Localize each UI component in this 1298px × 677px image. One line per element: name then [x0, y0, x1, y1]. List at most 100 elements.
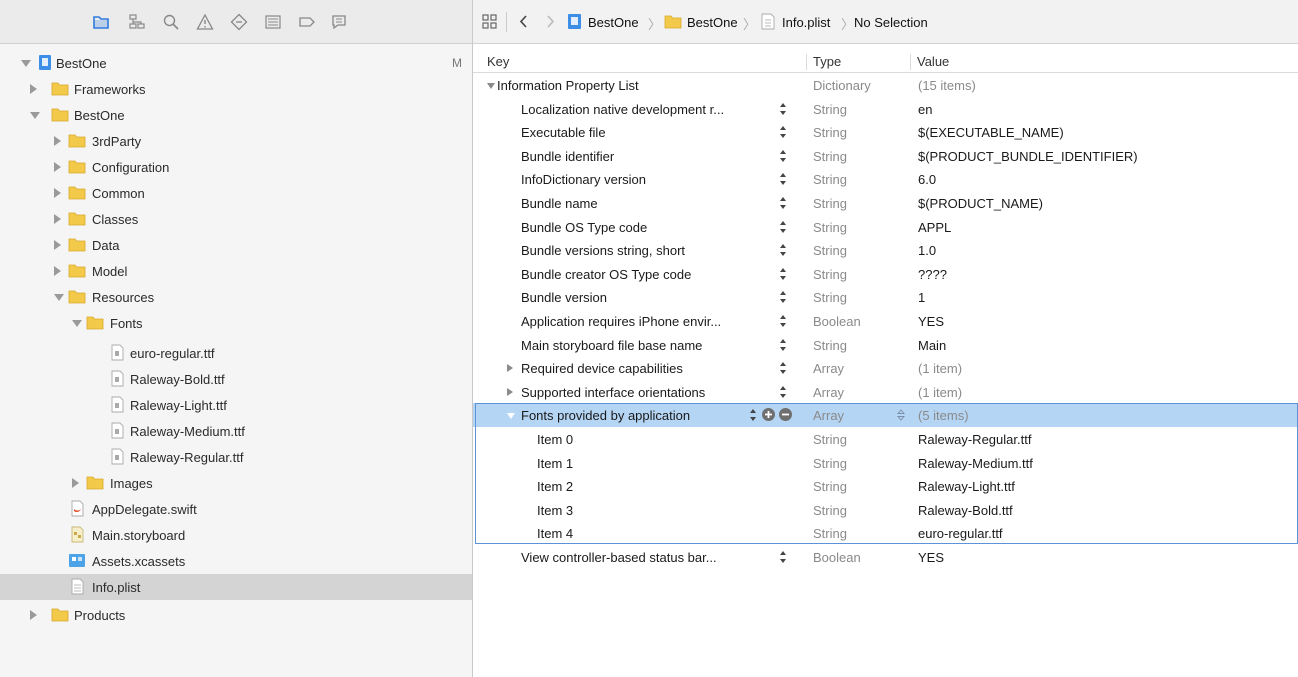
- plist-value[interactable]: YES: [918, 550, 944, 565]
- tree-item-raleway-light-ttf[interactable]: Raleway-Light.ttf: [0, 392, 472, 418]
- tree-item-fonts[interactable]: Fonts: [0, 310, 472, 336]
- tree-item-raleway-medium-ttf[interactable]: Raleway-Medium.ttf: [0, 418, 472, 444]
- back-arrow-icon[interactable]: [515, 13, 533, 30]
- report-icon[interactable]: [330, 13, 348, 31]
- disclosure-open-icon[interactable]: [21, 60, 31, 67]
- key-stepper-icon[interactable]: [779, 149, 787, 163]
- plist-key[interactable]: Bundle name: [521, 196, 598, 211]
- folder-icon[interactable]: [92, 13, 110, 31]
- plist-row[interactable]: Application requires iPhone envir... Bool…: [473, 309, 1298, 333]
- disclosure-closed-icon[interactable]: [54, 214, 61, 224]
- plist-value[interactable]: APPL: [918, 220, 951, 235]
- disclosure-closed-icon[interactable]: [72, 478, 79, 488]
- tree-item-common[interactable]: Common: [0, 180, 472, 206]
- plist-key[interactable]: Bundle versions string, short: [521, 243, 685, 258]
- plist-value[interactable]: $(PRODUCT_BUNDLE_IDENTIFIER): [918, 149, 1138, 164]
- tree-item-raleway-bold-ttf[interactable]: Raleway-Bold.ttf: [0, 366, 472, 392]
- plist-key[interactable]: Supported interface orientations: [521, 385, 705, 400]
- plist-key[interactable]: Localization native development r...: [521, 102, 724, 117]
- plist-type[interactable]: Boolean: [813, 314, 861, 329]
- plist-type[interactable]: String: [813, 102, 847, 117]
- forward-arrow-icon[interactable]: [541, 13, 559, 30]
- plist-row[interactable]: Bundle name String $(PRODUCT_NAME): [473, 191, 1298, 215]
- debug-icon[interactable]: [264, 13, 282, 31]
- key-stepper-icon[interactable]: [779, 550, 787, 564]
- plist-value[interactable]: (15 items): [918, 78, 976, 93]
- disclosure-closed-icon[interactable]: [30, 84, 37, 94]
- plist-type[interactable]: Array: [813, 361, 844, 376]
- plist-type[interactable]: Array: [813, 385, 844, 400]
- disclosure-closed-icon[interactable]: [507, 388, 513, 396]
- plist-row[interactable]: Main storyboard file base name String Main: [473, 333, 1298, 357]
- tree-item-configuration[interactable]: Configuration: [0, 154, 472, 180]
- disclosure-closed-icon[interactable]: [54, 162, 61, 172]
- disclosure-open-icon[interactable]: [72, 320, 82, 327]
- plist-key[interactable]: Bundle OS Type code: [521, 220, 647, 235]
- key-stepper-icon[interactable]: [779, 172, 787, 186]
- disclosure-closed-icon[interactable]: [54, 188, 61, 198]
- plist-type[interactable]: String: [813, 125, 847, 140]
- key-stepper-icon[interactable]: [779, 125, 787, 139]
- plist-value[interactable]: YES: [918, 314, 944, 329]
- plist-value[interactable]: (1 item): [918, 385, 962, 400]
- plist-key[interactable]: Bundle identifier: [521, 149, 614, 164]
- tree-item-3rdparty[interactable]: 3rdParty: [0, 128, 472, 154]
- plist-key[interactable]: View controller-based status bar...: [521, 550, 717, 565]
- disclosure-closed-icon[interactable]: [54, 136, 61, 146]
- breakpoint-icon[interactable]: [298, 13, 316, 31]
- tree-item-assets-xcassets[interactable]: Assets.xcassets: [0, 548, 472, 574]
- breadcrumb-group[interactable]: BestOne: [687, 15, 738, 30]
- hierarchy-icon[interactable]: [128, 13, 146, 31]
- tree-item-raleway-regular-ttf[interactable]: Raleway-Regular.ttf: [0, 444, 472, 470]
- plist-type[interactable]: String: [813, 149, 847, 164]
- tree-item-resources[interactable]: Resources: [0, 284, 472, 310]
- plist-type[interactable]: String: [813, 172, 847, 187]
- tree-item-main-storyboard[interactable]: Main.storyboard: [0, 522, 472, 548]
- plist-key[interactable]: Information Property List: [497, 78, 639, 93]
- tree-item-classes[interactable]: Classes: [0, 206, 472, 232]
- key-stepper-icon[interactable]: [779, 267, 787, 281]
- plist-type[interactable]: Dictionary: [813, 78, 871, 93]
- disclosure-open-icon[interactable]: [54, 294, 64, 301]
- key-stepper-icon[interactable]: [779, 314, 787, 328]
- disclosure-closed-icon[interactable]: [507, 364, 513, 372]
- plist-row[interactable]: Supported interface orientations Array (1 …: [473, 380, 1298, 404]
- plist-type[interactable]: String: [813, 196, 847, 211]
- plist-row[interactable]: Bundle OS Type code String APPL: [473, 215, 1298, 239]
- value-column-header[interactable]: Value: [917, 54, 949, 69]
- plist-key[interactable]: Bundle version: [521, 290, 607, 305]
- key-stepper-icon[interactable]: [779, 196, 787, 210]
- key-stepper-icon[interactable]: [779, 220, 787, 234]
- breadcrumb-project[interactable]: BestOne: [588, 15, 639, 30]
- tree-item-euro-regular-ttf[interactable]: euro-regular.ttf: [0, 340, 472, 366]
- key-stepper-icon[interactable]: [779, 290, 787, 304]
- test-diamond-icon[interactable]: [230, 13, 248, 31]
- plist-row[interactable]: Bundle version String 1: [473, 285, 1298, 309]
- disclosure-open-icon[interactable]: [30, 112, 40, 119]
- tree-item-bestone[interactable]: BestOne: [0, 102, 472, 128]
- search-icon[interactable]: [162, 13, 180, 31]
- tree-item-frameworks[interactable]: Frameworks: [0, 76, 472, 102]
- key-column-header[interactable]: Key: [487, 54, 509, 69]
- plist-value[interactable]: en: [918, 102, 932, 117]
- key-stepper-icon[interactable]: [779, 361, 787, 375]
- tree-item-info-plist[interactable]: Info.plist: [0, 574, 472, 600]
- tree-item-data[interactable]: Data: [0, 232, 472, 258]
- breadcrumb-file[interactable]: Info.plist: [782, 15, 830, 30]
- key-stepper-icon[interactable]: [779, 102, 787, 116]
- plist-value[interactable]: $(EXECUTABLE_NAME): [918, 125, 1064, 140]
- plist-value[interactable]: 6.0: [918, 172, 936, 187]
- disclosure-closed-icon[interactable]: [30, 610, 37, 620]
- disclosure-open-icon[interactable]: [487, 83, 495, 89]
- plist-row[interactable]: View controller-based status bar... Boole…: [473, 545, 1298, 569]
- tree-item-model[interactable]: Model: [0, 258, 472, 284]
- disclosure-closed-icon[interactable]: [54, 240, 61, 250]
- plist-row[interactable]: Bundle creator OS Type code String????: [473, 262, 1298, 286]
- key-stepper-icon[interactable]: [779, 385, 787, 399]
- plist-row[interactable]: InfoDictionary version String 6.0: [473, 167, 1298, 191]
- plist-value[interactable]: 1: [918, 290, 925, 305]
- type-column-header[interactable]: Type: [813, 54, 841, 69]
- plist-value[interactable]: $(PRODUCT_NAME): [918, 196, 1043, 211]
- plist-type[interactable]: String: [813, 243, 847, 258]
- grid-icon[interactable]: [481, 13, 499, 30]
